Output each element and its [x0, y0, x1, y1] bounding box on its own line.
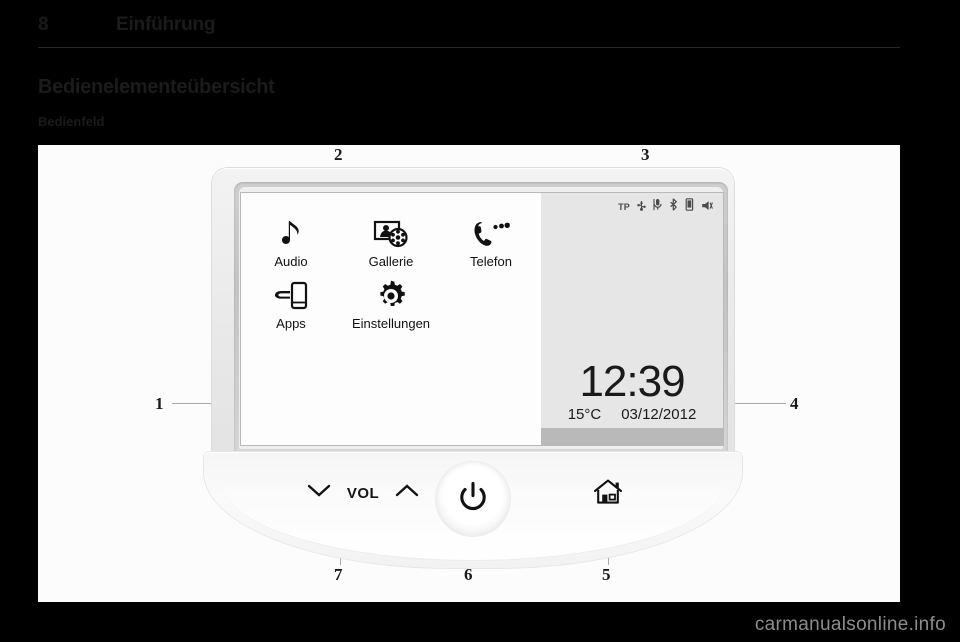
- menu-item-telefon[interactable]: Telefon: [441, 207, 541, 269]
- volume-label: VOL: [346, 484, 380, 502]
- volume-control[interactable]: VOL: [288, 478, 438, 508]
- clock-subline: 15°C 03/12/2012: [541, 406, 723, 423]
- menu-item-telefon-label: Telefon: [470, 254, 512, 269]
- page-number: 8: [38, 14, 49, 35]
- clock-time: 12:39: [579, 357, 685, 406]
- menu-item-audio-label: Audio: [274, 254, 308, 269]
- clock-info-area[interactable]: TP 12:39 15°C 03/12/2012: [541, 193, 723, 445]
- page-title: Bedienelementeübersicht: [38, 76, 275, 98]
- control-panel: VOL: [204, 452, 742, 568]
- chevron-up-icon[interactable]: [395, 483, 419, 503]
- hand-smartphone-icon: [241, 277, 341, 315]
- status-bar: TP: [618, 198, 713, 216]
- home-icon: [593, 478, 623, 511]
- home-menu-row-1: Audio Gallerie Telefon: [241, 207, 541, 269]
- menu-item-einstellungen-label: Einstellungen: [351, 316, 431, 331]
- menu-item-gallerie-label: Gallerie: [368, 254, 414, 269]
- manual-page: 8 Einführung Bedienelementeübersicht Bed…: [0, 0, 960, 642]
- home-menu-area[interactable]: Audio Gallerie Telefon Apps Einstellunge…: [241, 193, 541, 445]
- callout-7: 7: [334, 565, 343, 584]
- device-shell: Audio Gallerie Telefon Apps Einstellunge…: [212, 168, 734, 460]
- bluetooth-icon: [669, 198, 678, 216]
- chapter-title: Einführung: [116, 14, 216, 35]
- callout-3: 3: [641, 145, 650, 164]
- microphone-icon: [653, 198, 662, 216]
- tp-text-icon: TP: [618, 202, 630, 212]
- figure-control-panel: 2 3 1 4 7 6 5 Audio Gallerie Telefon App…: [38, 145, 900, 602]
- menu-item-audio[interactable]: Audio: [241, 207, 341, 269]
- phone-handset-icon: [441, 215, 541, 253]
- speaker-mute-icon: [701, 198, 713, 216]
- callout-1: 1: [155, 394, 164, 413]
- mobile-phone-icon: [685, 198, 694, 216]
- section-subtitle: Bedienfeld: [38, 114, 105, 129]
- menu-item-einstellungen[interactable]: Einstellungen: [341, 269, 441, 331]
- page-header: 8 Einführung: [38, 14, 900, 44]
- screen-footer-bar: [541, 428, 723, 445]
- infotainment-device: Audio Gallerie Telefon Apps Einstellunge…: [204, 168, 742, 568]
- callout-2: 2: [334, 145, 343, 164]
- callout-4: 4: [790, 394, 799, 413]
- power-icon: [459, 481, 487, 517]
- power-button[interactable]: [436, 462, 510, 536]
- menu-item-apps[interactable]: Apps: [241, 269, 341, 331]
- callout-6: 6: [464, 565, 473, 584]
- temperature-value: 15°C: [567, 406, 602, 423]
- home-menu-row-2: Apps Einstellungen: [241, 269, 541, 331]
- home-button[interactable]: [586, 476, 630, 512]
- gallery-photo-film-icon: [341, 215, 441, 253]
- usb-icon: [637, 198, 646, 216]
- display-screen[interactable]: Audio Gallerie Telefon Apps Einstellunge…: [240, 192, 724, 446]
- gear-icon: [341, 277, 441, 315]
- clock-display: 12:39 15°C 03/12/2012: [541, 357, 723, 424]
- chevron-down-icon[interactable]: [307, 484, 331, 503]
- date-value: 03/12/2012: [621, 406, 697, 423]
- header-divider: [38, 47, 900, 48]
- home-menu-grid: Audio Gallerie Telefon Apps Einstellunge…: [241, 207, 541, 331]
- menu-item-apps-label: Apps: [276, 316, 306, 331]
- menu-item-gallerie[interactable]: Gallerie: [341, 207, 441, 269]
- watermark: carmanualsonline.info: [754, 614, 946, 635]
- callout-5: 5: [602, 565, 611, 584]
- music-note-icon: [241, 215, 341, 253]
